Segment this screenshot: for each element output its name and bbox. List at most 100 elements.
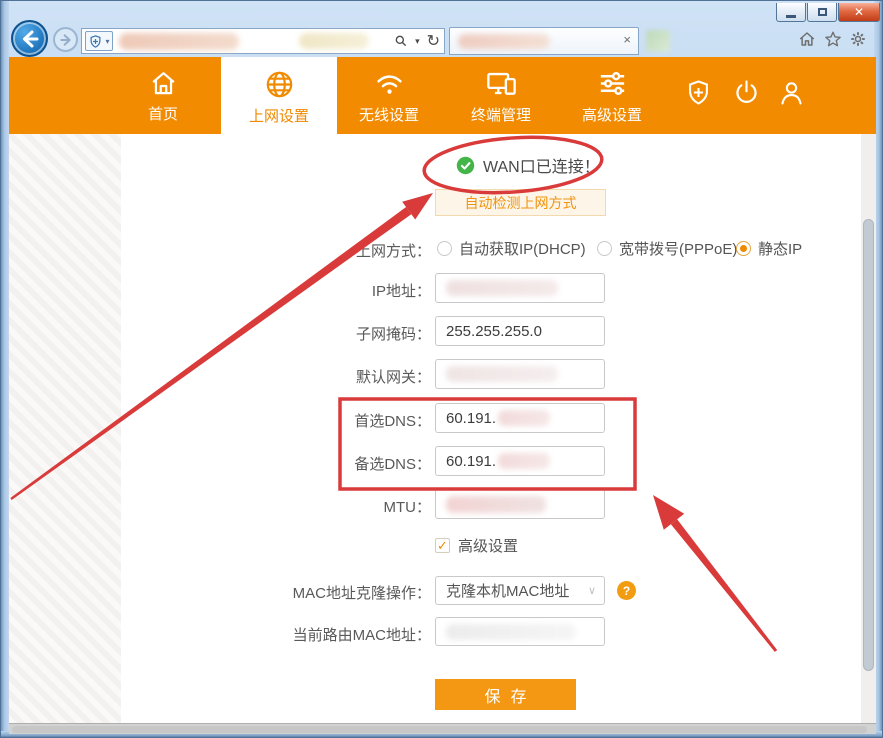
nav-tab-internet-settings[interactable]: 上网设置 bbox=[221, 57, 337, 136]
power-icon bbox=[736, 80, 757, 103]
security-shield-button[interactable] bbox=[683, 77, 714, 108]
chevron-down-icon: ∨ bbox=[587, 585, 596, 597]
subnet-mask-input[interactable]: 255.255.255.0 bbox=[435, 316, 605, 346]
refresh-icon[interactable]: ↻ bbox=[427, 31, 440, 51]
mtu-input[interactable] bbox=[435, 489, 605, 519]
wifi-icon bbox=[376, 75, 402, 94]
nav-tab-label: 无线设置 bbox=[358, 107, 419, 124]
tab-title-redacted-blob bbox=[458, 34, 550, 49]
page-left-background bbox=[9, 134, 121, 723]
chevron-down-icon: ▾ bbox=[105, 36, 110, 46]
shield-plus-icon bbox=[689, 80, 708, 105]
search-icon[interactable] bbox=[394, 34, 408, 48]
close-button[interactable]: ✕ bbox=[838, 3, 880, 22]
wan-status-text: WAN口已连接！ bbox=[483, 159, 600, 176]
maximize-icon bbox=[817, 8, 827, 16]
subnet-mask-value: 255.255.255.0 bbox=[446, 322, 542, 340]
url-redacted-blob bbox=[119, 32, 239, 50]
mac-clone-select[interactable]: 克隆本机MAC地址 ∨ bbox=[435, 576, 605, 605]
nav-tab-label: 上网设置 bbox=[248, 108, 309, 125]
gear-icon bbox=[851, 32, 865, 46]
save-label: 保存 bbox=[484, 688, 537, 706]
radio-option-static-ip[interactable]: 静态IP bbox=[736, 238, 802, 259]
advanced-settings-label: 高级设置 bbox=[458, 538, 519, 555]
new-tab-button[interactable] bbox=[646, 30, 670, 52]
current-mac-input[interactable] bbox=[435, 617, 605, 646]
auto-detect-label: 自动检测上网方式 bbox=[464, 194, 577, 211]
horizontal-scrollbar-thumb[interactable] bbox=[12, 726, 867, 733]
nav-tab-wireless-settings[interactable]: 无线设置 bbox=[334, 57, 444, 134]
shield-plus-icon bbox=[90, 34, 101, 48]
horizontal-scrollbar[interactable] bbox=[9, 723, 876, 734]
nav-tab-device-management[interactable]: 终端管理 bbox=[446, 57, 556, 134]
address-bar[interactable]: ▾ ▾ ↻ bbox=[81, 28, 445, 54]
favorites-button[interactable] bbox=[824, 30, 842, 48]
secondary-dns-value: 60.191. bbox=[446, 452, 497, 470]
window-frame-left bbox=[1, 1, 9, 737]
question-icon[interactable]: ? bbox=[617, 581, 636, 600]
auto-detect-button[interactable]: 自动检测上网方式 bbox=[435, 189, 606, 216]
save-button[interactable]: 保存 bbox=[435, 679, 576, 710]
tab-close-icon[interactable]: × bbox=[623, 33, 631, 46]
redacted-value bbox=[446, 623, 576, 640]
nav-tab-label: 高级设置 bbox=[581, 107, 642, 124]
radio-icon[interactable] bbox=[437, 241, 452, 256]
redacted-value bbox=[446, 366, 558, 382]
advanced-settings-toggle[interactable]: ✓ 高级设置 bbox=[435, 535, 518, 556]
home-icon bbox=[799, 32, 815, 46]
secondary-dns-input[interactable]: 60.191. bbox=[435, 446, 605, 476]
radio-icon[interactable] bbox=[597, 241, 612, 256]
radio-icon-selected[interactable] bbox=[736, 241, 751, 256]
primary-dns-input[interactable]: 60.191. bbox=[435, 403, 605, 433]
mode-label: 上网方式： bbox=[355, 243, 431, 260]
mac-clone-selected-value: 克隆本机MAC地址 bbox=[446, 583, 570, 600]
back-button[interactable] bbox=[11, 20, 48, 57]
ip-address-input[interactable] bbox=[435, 273, 605, 303]
browser-tab[interactable]: × bbox=[449, 27, 639, 55]
forward-button[interactable] bbox=[53, 27, 78, 52]
search-dropdown-caret-icon[interactable]: ▾ bbox=[415, 36, 420, 47]
home-icon bbox=[151, 72, 175, 95]
back-arrow-icon bbox=[22, 30, 38, 47]
nav-tab-label: 终端管理 bbox=[470, 107, 531, 124]
checkbox-checked-icon[interactable]: ✓ bbox=[435, 538, 450, 553]
current-mac-label: 当前路由MAC地址： bbox=[292, 627, 431, 644]
check-circle-icon bbox=[456, 156, 475, 174]
forward-arrow-icon bbox=[59, 33, 71, 46]
radio-option-dhcp[interactable]: 自动获取IP(DHCP) bbox=[437, 238, 586, 259]
redacted-value bbox=[446, 280, 558, 296]
radio-label: 自动获取IP(DHCP) bbox=[459, 241, 586, 258]
redacted-value bbox=[446, 495, 546, 513]
maximize-button[interactable] bbox=[807, 3, 837, 22]
minimize-icon bbox=[786, 14, 796, 18]
user-icon bbox=[781, 82, 802, 105]
minimize-button[interactable] bbox=[776, 3, 806, 22]
close-icon: ✕ bbox=[853, 5, 865, 19]
gateway-input[interactable] bbox=[435, 359, 605, 389]
devices-icon bbox=[486, 72, 516, 95]
vertical-scrollbar-thumb[interactable] bbox=[863, 219, 874, 671]
reboot-power-button[interactable] bbox=[731, 77, 762, 108]
wan-status: WAN口已连接！ bbox=[456, 153, 600, 177]
url-redacted-blob2 bbox=[299, 33, 369, 49]
star-icon bbox=[825, 31, 841, 47]
nav-tab-home[interactable]: 首页 bbox=[108, 57, 218, 134]
site-icon-box[interactable]: ▾ bbox=[85, 31, 113, 51]
subnet-mask-label: 子网掩码： bbox=[355, 326, 431, 343]
nav-tab-advanced-settings[interactable]: 高级设置 bbox=[557, 57, 667, 134]
settings-button[interactable] bbox=[849, 30, 867, 48]
radio-label: 宽带拨号(PPPoE) bbox=[619, 241, 738, 258]
browser-window: ✕ ▾ ▾ ↻ × 首页 上网设置 无线设置 终端管理 高级设置 WAN口已连接… bbox=[0, 0, 883, 738]
primary-dns-label: 首选DNS： bbox=[354, 413, 431, 430]
redacted-value bbox=[498, 453, 551, 469]
home-toolbar-button[interactable] bbox=[798, 30, 816, 48]
account-button[interactable] bbox=[776, 77, 807, 108]
globe-icon bbox=[266, 71, 292, 98]
ip-address-label: IP地址： bbox=[371, 283, 431, 300]
site-nav: 首页 上网设置 无线设置 终端管理 高级设置 bbox=[9, 57, 876, 136]
radio-option-pppoe[interactable]: 宽带拨号(PPPoE) bbox=[597, 238, 737, 259]
nav-tab-label: 首页 bbox=[147, 106, 178, 123]
vertical-scrollbar[interactable] bbox=[861, 134, 876, 723]
sliders-icon bbox=[600, 72, 624, 95]
mac-clone-label: MAC地址克隆操作： bbox=[292, 585, 431, 602]
